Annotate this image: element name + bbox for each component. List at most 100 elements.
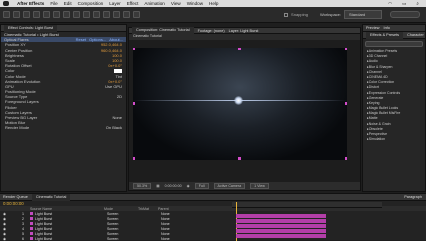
layer-handle[interactable] [238,157,241,160]
views-select[interactable]: 1 View [250,183,269,189]
visibility-eye-icon[interactable]: ◉ [0,217,22,221]
property-row[interactable]: Render Mode On Black [1,125,126,130]
puppet-tool-icon[interactable] [133,11,140,18]
layer-mode[interactable]: Screen [107,227,141,231]
layer-mode[interactable]: Screen [107,232,141,236]
visibility-eye-icon[interactable]: ◉ [0,227,22,231]
effects-search-input[interactable] [365,41,423,47]
layer-parent[interactable]: None [161,222,170,226]
menu-help[interactable]: Help [206,1,221,6]
roto-tool-icon[interactable] [123,11,130,18]
col-parent[interactable]: Parent [158,207,169,211]
clone-tool-icon[interactable] [103,11,110,18]
app-menu[interactable]: After Effects [9,1,47,6]
layer-handle[interactable] [345,48,347,50]
layer-name[interactable]: Light Burst [35,217,107,221]
resolution-select[interactable]: Full [194,183,209,189]
col-mode[interactable]: Mode [104,207,138,211]
menu-animation[interactable]: Animation [141,1,167,6]
tab-footage[interactable]: Footage: (none) [198,29,225,33]
light-flare-core[interactable] [234,96,243,105]
tab-composition[interactable]: Composition: Cinematic Tutorial [132,27,194,34]
tab-layer[interactable]: Layer: Light Burst [229,29,259,33]
hand-tool-icon[interactable] [13,11,20,18]
shape-tool-icon[interactable] [63,11,70,18]
layer-mode[interactable]: Screen [107,212,141,216]
magnification-select[interactable]: 50.3% [133,183,152,189]
visibility-eye-icon[interactable]: ◉ [0,222,22,226]
type-tool-icon[interactable] [83,11,90,18]
layer-duration-bar[interactable] [236,234,326,238]
menu-view[interactable]: View [168,1,184,6]
visibility-eye-icon[interactable]: ◉ [0,232,22,236]
tab-character[interactable]: Character [407,33,424,37]
layer-color-label[interactable] [30,222,33,225]
tab-paragraph[interactable]: Paragraph [404,195,426,199]
tab-preview[interactable]: Preview [366,26,380,30]
tab-effects-presets[interactable]: Effects & Presets [366,31,404,39]
layer-name[interactable]: Light Burst [35,222,107,226]
camera-tool-icon[interactable] [43,11,50,18]
time-ruler[interactable] [232,202,382,208]
layer-handle[interactable] [345,102,347,105]
layer-parent[interactable]: None [161,212,170,216]
composition-viewer[interactable] [133,48,347,160]
layer-handle[interactable] [133,48,135,50]
layer-handle[interactable] [345,157,347,160]
menu-edit[interactable]: Edit [61,1,75,6]
snapping-checkbox[interactable] [284,12,289,17]
table-row[interactable]: ◉ 6 Light Burst Screen None [0,236,426,241]
eraser-tool-icon[interactable] [113,11,120,18]
layer-color-label[interactable] [30,232,33,235]
grid-icon[interactable]: ▦ [156,184,159,188]
layer-parent[interactable]: None [161,232,170,236]
rotate-tool-icon[interactable] [33,11,40,18]
property-value[interactable]: 0x+0.0° [108,63,126,68]
layer-handle[interactable] [133,157,135,160]
col-source-name[interactable]: Source Name [30,207,104,211]
tab-info[interactable]: Info [384,26,390,30]
layer-handle[interactable] [238,48,241,50]
visibility-eye-icon[interactable]: ◉ [0,212,22,216]
brush-tool-icon[interactable] [93,11,100,18]
col-trkmat[interactable]: TrkMat [138,207,158,211]
layer-color-label[interactable] [30,227,33,230]
layer-duration-bar[interactable] [236,224,326,228]
pan-behind-tool-icon[interactable] [53,11,60,18]
effect-reset-link[interactable]: Reset [76,37,86,42]
layer-name[interactable]: Light Burst [35,212,107,216]
menu-window[interactable]: Window [184,1,206,6]
property-value[interactable]: On Black [106,125,126,130]
camera-select[interactable]: Active Camera [213,183,246,189]
pen-tool-icon[interactable] [73,11,80,18]
menu-file[interactable]: File [47,1,60,6]
workspace-select[interactable]: Standard [344,10,382,19]
menu-layer[interactable]: Layer [106,1,124,6]
layer-mode[interactable]: Screen [107,222,141,226]
tab-effect-controls[interactable]: Effect Controls: Light Burst [4,24,58,32]
menu-effect[interactable]: Effect [124,1,142,6]
layer-duration-bar[interactable] [236,214,326,218]
layer-mode[interactable]: Screen [107,217,141,221]
selection-tool-icon[interactable] [3,11,10,18]
help-search-input[interactable] [390,11,420,18]
tab-timeline-comp[interactable]: Cinematic Tutorial [31,193,71,201]
menu-composition[interactable]: Composition [75,1,107,6]
tab-render-queue[interactable]: Render Queue [3,195,28,199]
layer-color-label[interactable] [30,217,33,220]
layer-handle[interactable] [133,102,135,105]
layer-duration-bar[interactable] [236,229,326,233]
snapshot-icon[interactable]: ◉ [187,184,190,188]
layer-duration-bar[interactable] [236,219,326,223]
list-item[interactable]: ▸ Simulation [363,137,425,142]
color-swatch[interactable] [114,68,122,73]
spotlight-icon[interactable]: ⌕ [413,1,422,7]
layer-name[interactable]: Light Burst [35,227,107,231]
current-time[interactable]: 0:00:00:00 [165,184,182,188]
layer-name[interactable]: Light Burst [35,232,107,236]
composition-view-name[interactable]: Cinematic Tutorial [129,34,360,40]
layer-parent[interactable]: None [161,217,170,221]
layer-parent[interactable]: None [161,227,170,231]
layer-color-label[interactable] [30,212,33,215]
zoom-tool-icon[interactable] [23,11,30,18]
